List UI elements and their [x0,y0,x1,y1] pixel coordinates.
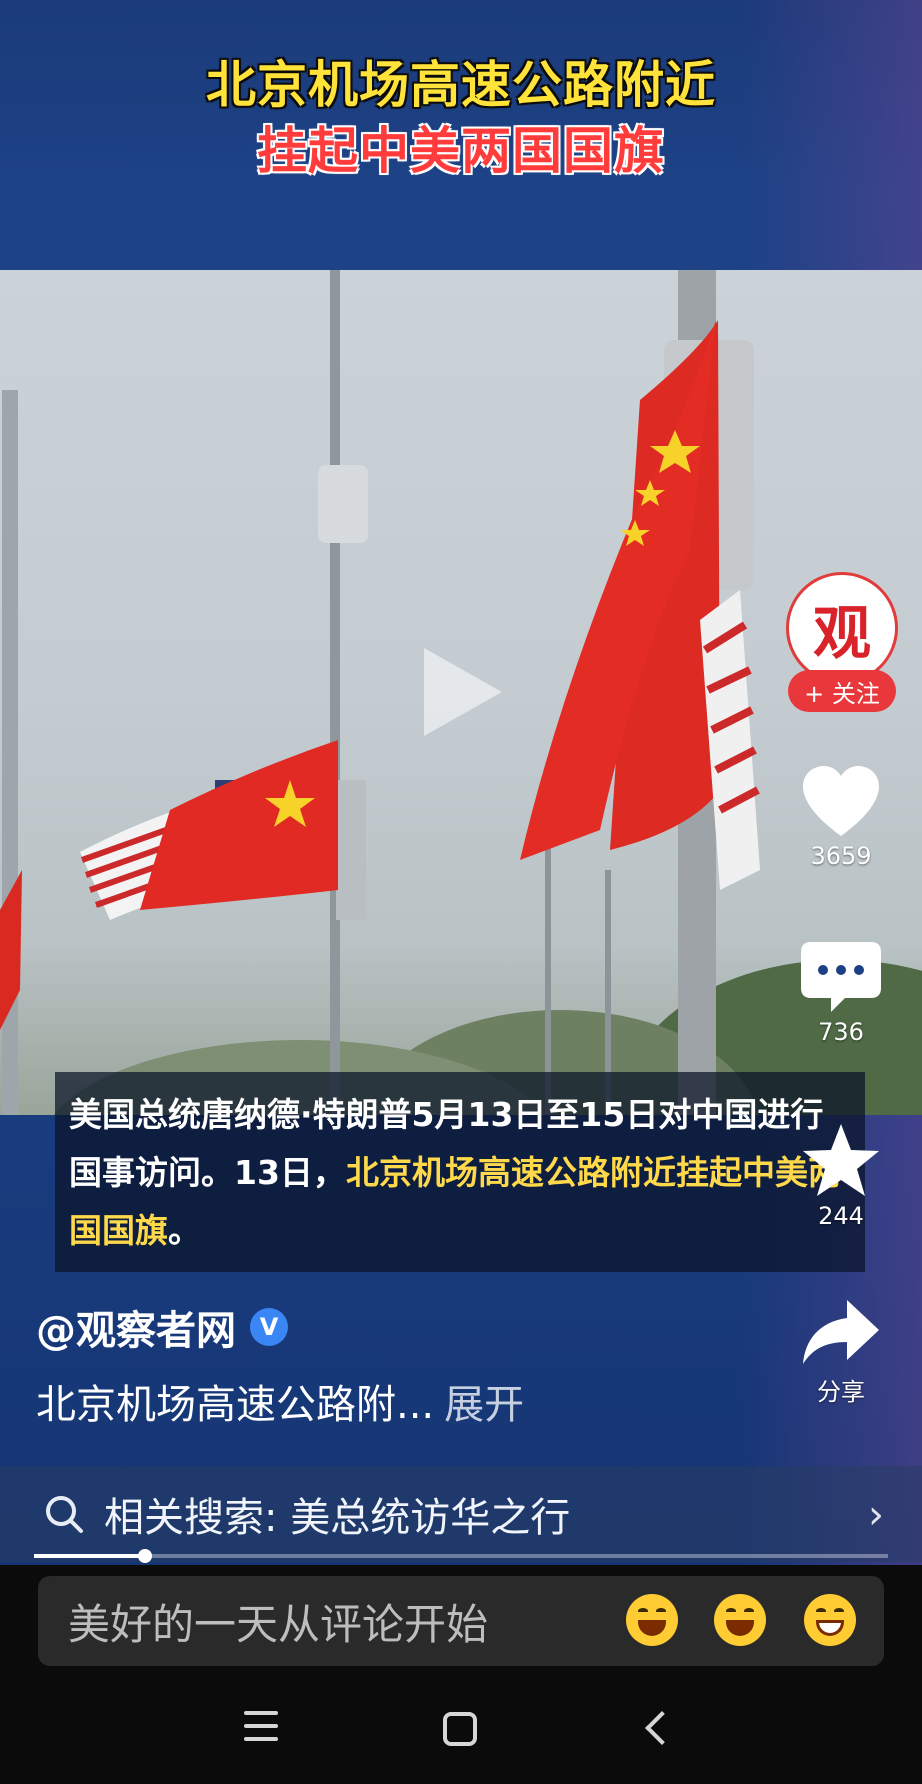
recent-apps-icon[interactable] [244,1711,278,1750]
caption-end: 。 [168,1211,201,1250]
playback-progress-bar[interactable] [34,1549,888,1563]
share-button[interactable]: 分享 [786,1300,896,1407]
description-text: 北京机场高速公路附... [36,1382,435,1428]
progress-fill [34,1554,146,1558]
search-icon [46,1496,83,1533]
like-count: 3659 [810,842,872,870]
headline-line-1: 北京机场高速公路附近 [206,56,716,114]
verified-badge-icon: V [250,1308,288,1346]
author-handle-row[interactable]: @观察者网 V [36,1298,288,1356]
share-arrow-icon [803,1300,879,1364]
headline-line-2: 挂起中美两国国旗 [257,122,665,180]
favorite-button[interactable]: 244 [786,1122,896,1230]
like-button[interactable]: 3659 [786,766,896,870]
expand-link[interactable]: 展开 [444,1382,524,1428]
avatar-logo: 观 [812,599,871,667]
grin-emoji-icon[interactable] [626,1594,678,1646]
play-icon[interactable] [424,648,502,736]
chevron-right-icon: › [868,1492,884,1538]
author-handle[interactable]: @观察者网 [36,1298,236,1356]
heart-icon [803,766,879,836]
video-headline: 北京机场高速公路附近 挂起中美两国国旗 [0,52,922,184]
favorite-count: 244 [818,1202,864,1230]
laugh-tears-emoji-icon[interactable] [714,1594,766,1646]
video-caption: 美国总统唐纳德·特朗普5月13日至15日对中国进行国事访问。13日，北京机场高速… [55,1072,865,1272]
comment-icon [801,942,881,1012]
star-icon [803,1124,879,1196]
related-search-bar[interactable]: 相关搜索: 美总统访华之行 › [0,1466,922,1562]
home-icon[interactable] [443,1712,477,1746]
video-description[interactable]: 北京机场高速公路附... 展开 [36,1372,524,1430]
follow-button[interactable]: + 关注 [788,670,896,712]
author-avatar[interactable]: 观 [786,572,898,684]
share-label: 分享 [817,1378,865,1406]
big-grin-emoji-icon[interactable] [804,1594,856,1646]
related-search-text: 相关搜索: 美总统访华之行 [104,1495,571,1541]
comment-count: 736 [818,1018,864,1046]
comment-placeholder: 美好的一天从评论开始 [68,1599,489,1649]
progress-knob[interactable] [138,1549,153,1563]
comment-button[interactable]: 736 [786,942,896,1046]
